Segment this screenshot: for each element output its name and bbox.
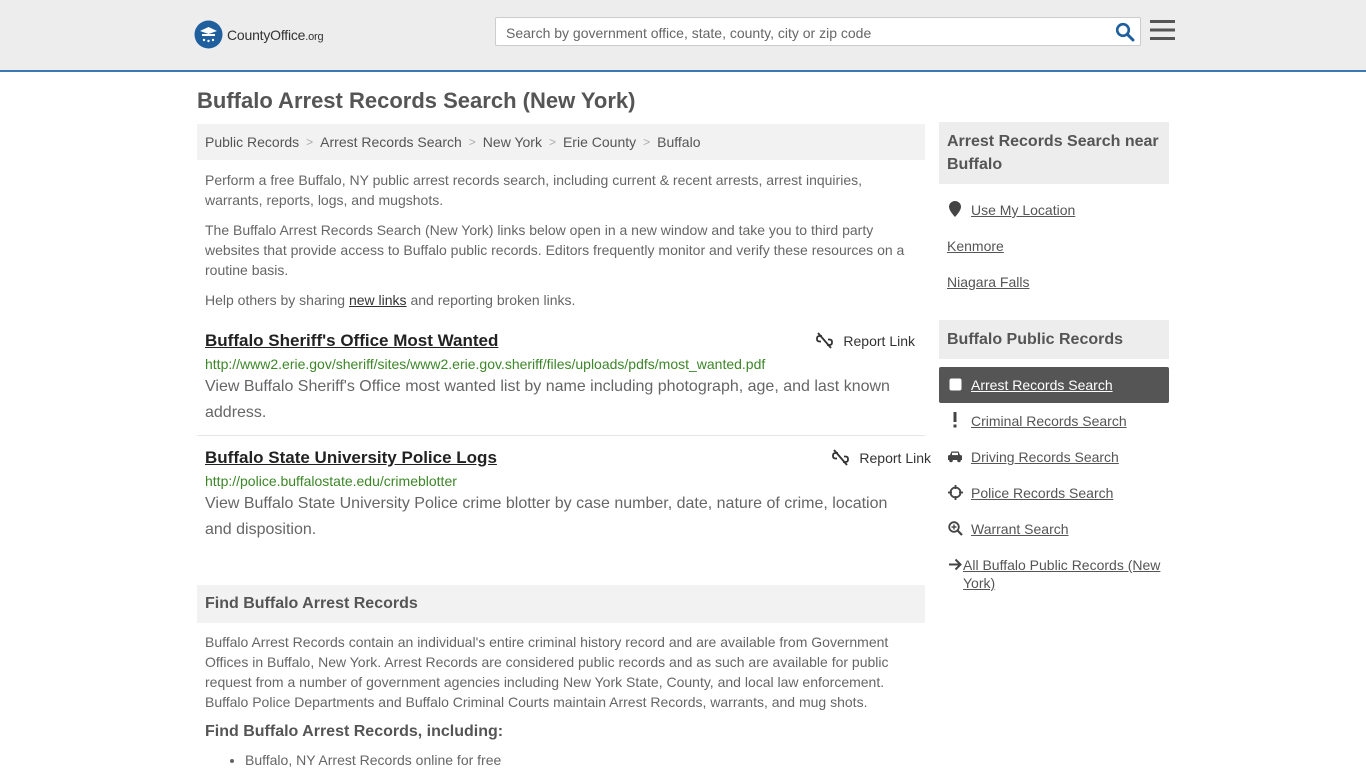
report-link-button[interactable]: Report Link [832, 449, 931, 466]
sidebar-item-label[interactable]: Warrant Search [971, 520, 1069, 538]
result-url-link[interactable]: http://www2.erie.gov/sheriff/sites/www2.… [205, 354, 917, 374]
result-title-link[interactable]: Buffalo State University Police Logs [205, 447, 933, 469]
sidebar-item-label[interactable]: Criminal Records Search [971, 412, 1127, 430]
list-item: Buffalo, NY Arrest Records online for fr… [245, 752, 501, 768]
sidebar-item-label[interactable]: Niagara Falls [947, 273, 1029, 291]
result-description: View Buffalo State University Police cri… [205, 495, 888, 538]
sidebar-item-police-records[interactable]: Police Records Search [939, 475, 1169, 511]
find-section-subheading: Find Buffalo Arrest Records, including: [205, 723, 504, 740]
sidebar-records-title: Buffalo Public Records [939, 320, 1169, 359]
sidebar-item-label[interactable]: Arrest Records Search [971, 376, 1113, 394]
sidebar-item-niagara-falls[interactable]: Niagara Falls [939, 264, 1169, 300]
sidebar-item-driving-records[interactable]: Driving Records Search [939, 439, 1169, 475]
sidebar-item-label[interactable]: Driving Records Search [971, 448, 1119, 466]
search-icon[interactable] [1115, 22, 1135, 42]
sidebar-item-use-my-location[interactable]: Use My Location [939, 192, 1169, 228]
breadcrumb-separator-icon: > [468, 135, 476, 149]
report-link-button[interactable]: Report Link [816, 332, 915, 349]
breadcrumb-item-county[interactable]: Erie County [563, 134, 636, 150]
breadcrumb-item-city[interactable]: Buffalo [657, 134, 700, 150]
search-bar [495, 17, 1141, 47]
crosshairs-icon [947, 484, 963, 500]
intro-paragraph-1: Perform a free Buffalo, NY public arrest… [205, 172, 862, 208]
breadcrumb-item-state[interactable]: New York [483, 134, 542, 150]
sidebar-item-text: All Buffalo Public Records (New York) [963, 557, 1161, 591]
broken-link-icon [816, 332, 834, 349]
breadcrumb: Public Records > Arrest Records Search >… [197, 124, 925, 160]
sidebar-item-all-public-records[interactable]: All Buffalo Public Records (New York) [939, 547, 1169, 603]
breadcrumb-separator-icon: > [548, 135, 556, 149]
sidebar-item-criminal-records[interactable]: Criminal Records Search [939, 403, 1169, 439]
result-title-link[interactable]: Buffalo Sheriff's Office Most Wanted [205, 330, 917, 352]
car-icon [947, 448, 963, 464]
intro-paragraph-2: The Buffalo Arrest Records Search (New Y… [205, 222, 905, 278]
new-links-link[interactable]: new links [349, 292, 407, 308]
result-description: View Buffalo Sheriff's Office most wante… [205, 378, 890, 421]
sidebar-item-label[interactable]: Kenmore [947, 237, 1004, 255]
sidebar-item-arrest-records[interactable]: Arrest Records Search [939, 367, 1169, 403]
search-plus-icon [947, 520, 963, 536]
broken-link-icon [832, 449, 850, 466]
intro-text: and reporting broken links. [406, 292, 576, 308]
sidebar-item-label[interactable]: Police Records Search [971, 484, 1113, 502]
find-section-heading: Find Buffalo Arrest Records [197, 585, 925, 623]
sidebar-item-label[interactable]: All Buffalo Public Records (New York) [939, 556, 1161, 592]
sidebar-item-warrant-search[interactable]: Warrant Search [939, 511, 1169, 547]
sidebar-item-label[interactable]: Use My Location [971, 201, 1075, 219]
logo-text: CountyOffice.org [227, 26, 324, 43]
page-title: Buffalo Arrest Records Search (New York) [197, 88, 636, 113]
sidebar-near-list: Use My Location Kenmore Niagara Falls [939, 192, 1169, 300]
find-list: Buffalo, NY Arrest Records online for fr… [205, 752, 501, 768]
exclamation-icon [947, 412, 963, 428]
find-section-text: Buffalo Arrest Records contain an indivi… [205, 634, 889, 710]
sidebar-item-kenmore[interactable]: Kenmore [939, 228, 1169, 264]
sidebar-records-list: Arrest Records Search Criminal Records S… [939, 367, 1169, 603]
logo-badge-icon [194, 20, 223, 49]
square-icon [947, 376, 963, 392]
breadcrumb-separator-icon: > [306, 135, 314, 149]
intro-text: Help others by sharing [205, 292, 349, 308]
site-logo[interactable]: CountyOffice.org [194, 20, 324, 49]
breadcrumb-item-arrest-records[interactable]: Arrest Records Search [320, 134, 462, 150]
intro-paragraph-3: Help others by sharing new links and rep… [205, 290, 910, 310]
sidebar-near-title: Arrest Records Search near Buffalo [939, 122, 1169, 184]
result-card: Buffalo Sheriff's Office Most Wanted htt… [197, 330, 925, 436]
site-header: CountyOffice.org [0, 0, 1366, 72]
location-pin-icon [947, 201, 963, 217]
breadcrumb-separator-icon: > [643, 135, 651, 149]
report-link-label: Report Link [859, 449, 931, 466]
hamburger-menu-icon[interactable] [1150, 19, 1175, 41]
intro-section: Perform a free Buffalo, NY public arrest… [197, 170, 925, 320]
report-link-label: Report Link [843, 332, 915, 349]
search-input[interactable] [504, 18, 1108, 47]
breadcrumb-item-public-records[interactable]: Public Records [205, 134, 299, 150]
result-card: Buffalo State University Police Logs htt… [197, 447, 941, 547]
result-url-link[interactable]: http://police.buffalostate.edu/crimeblot… [205, 471, 933, 491]
